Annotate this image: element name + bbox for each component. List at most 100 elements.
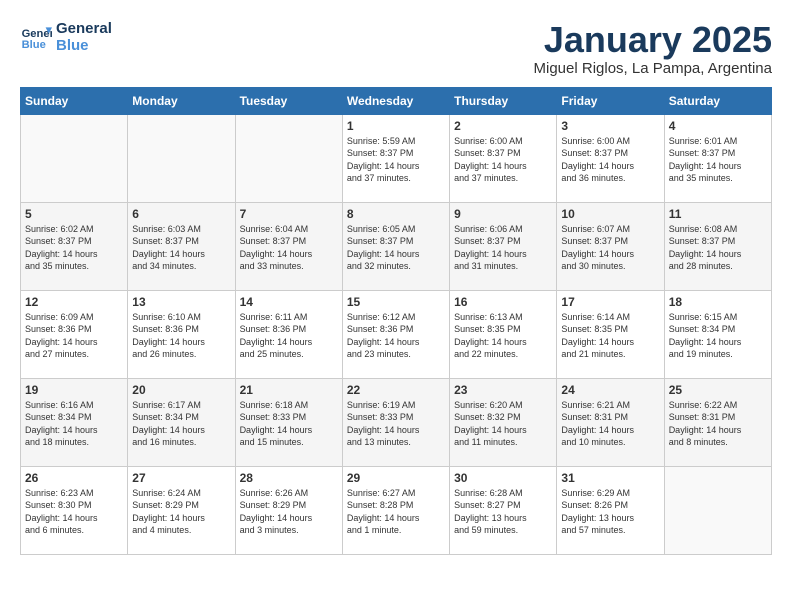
day-number: 16 [454,295,552,309]
calendar-cell: 10 Sunrise: 6:07 AM Sunset: 8:37 PM Dayli… [557,202,664,290]
logo: General Blue General Blue [20,20,112,54]
day-info: Sunrise: 6:04 AM Sunset: 8:37 PM Dayligh… [240,223,338,273]
day-info: Sunrise: 6:17 AM Sunset: 8:34 PM Dayligh… [132,399,230,449]
calendar-cell: 12 Sunrise: 6:09 AM Sunset: 8:36 PM Dayli… [21,290,128,378]
day-info: Sunrise: 6:26 AM Sunset: 8:29 PM Dayligh… [240,487,338,537]
day-number: 10 [561,207,659,221]
day-number: 31 [561,471,659,485]
day-number: 19 [25,383,123,397]
day-info: Sunrise: 6:05 AM Sunset: 8:37 PM Dayligh… [347,223,445,273]
day-number: 20 [132,383,230,397]
calendar-cell: 17 Sunrise: 6:14 AM Sunset: 8:35 PM Dayli… [557,290,664,378]
day-number: 24 [561,383,659,397]
day-number: 7 [240,207,338,221]
calendar-cell: 22 Sunrise: 6:19 AM Sunset: 8:33 PM Dayli… [342,378,449,466]
day-info: Sunrise: 5:59 AM Sunset: 8:37 PM Dayligh… [347,135,445,185]
calendar-cell: 1Sunrise: 5:59 AM Sunset: 8:37 PM Daylig… [342,114,449,202]
day-info: Sunrise: 6:24 AM Sunset: 8:29 PM Dayligh… [132,487,230,537]
day-info: Sunrise: 6:06 AM Sunset: 8:37 PM Dayligh… [454,223,552,273]
day-info: Sunrise: 6:21 AM Sunset: 8:31 PM Dayligh… [561,399,659,449]
day-number: 29 [347,471,445,485]
day-number: 17 [561,295,659,309]
day-info: Sunrise: 6:13 AM Sunset: 8:35 PM Dayligh… [454,311,552,361]
calendar-cell: 9 Sunrise: 6:06 AM Sunset: 8:37 PM Daylig… [450,202,557,290]
calendar-cell [128,114,235,202]
calendar-cell: 11 Sunrise: 6:08 AM Sunset: 8:37 PM Dayli… [664,202,771,290]
weekday-header-row: SundayMondayTuesdayWednesdayThursdayFrid… [21,87,772,114]
calendar-week-4: 19 Sunrise: 6:16 AM Sunset: 8:34 PM Dayli… [21,378,772,466]
calendar-cell: 6Sunrise: 6:03 AM Sunset: 8:37 PM Daylig… [128,202,235,290]
calendar-cell: 8 Sunrise: 6:05 AM Sunset: 8:37 PM Daylig… [342,202,449,290]
calendar-week-2: 5 Sunrise: 6:02 AM Sunset: 8:37 PM Daylig… [21,202,772,290]
day-info: Sunrise: 6:07 AM Sunset: 8:37 PM Dayligh… [561,223,659,273]
calendar-cell [235,114,342,202]
day-number: 18 [669,295,767,309]
logo-icon: General Blue [20,21,52,53]
day-info: Sunrise: 6:02 AM Sunset: 8:37 PM Dayligh… [25,223,123,273]
day-info: Sunrise: 6:10 AM Sunset: 8:36 PM Dayligh… [132,311,230,361]
calendar-cell: 30 Sunrise: 6:28 AM Sunset: 8:27 PM Dayli… [450,466,557,554]
weekday-header-wednesday: Wednesday [342,87,449,114]
calendar-cell: 24 Sunrise: 6:21 AM Sunset: 8:31 PM Dayli… [557,378,664,466]
calendar-cell: 5 Sunrise: 6:02 AM Sunset: 8:37 PM Daylig… [21,202,128,290]
day-number: 8 [347,207,445,221]
day-number: 9 [454,207,552,221]
logo-line2: Blue [56,37,112,54]
day-number: 2 [454,119,552,133]
day-info: Sunrise: 6:18 AM Sunset: 8:33 PM Dayligh… [240,399,338,449]
day-number: 27 [132,471,230,485]
month-title: January 2025 [534,20,772,60]
day-number: 12 [25,295,123,309]
weekday-header-friday: Friday [557,87,664,114]
day-info: Sunrise: 6:09 AM Sunset: 8:36 PM Dayligh… [25,311,123,361]
calendar-cell: 14Sunrise: 6:11 AM Sunset: 8:36 PM Dayli… [235,290,342,378]
calendar-cell: 25 Sunrise: 6:22 AM Sunset: 8:31 PM Dayli… [664,378,771,466]
day-info: Sunrise: 6:11 AM Sunset: 8:36 PM Dayligh… [240,311,338,361]
day-number: 5 [25,207,123,221]
day-info: Sunrise: 6:00 AM Sunset: 8:37 PM Dayligh… [561,135,659,185]
weekday-header-sunday: Sunday [21,87,128,114]
weekday-header-thursday: Thursday [450,87,557,114]
calendar-cell: 16 Sunrise: 6:13 AM Sunset: 8:35 PM Dayli… [450,290,557,378]
day-info: Sunrise: 6:20 AM Sunset: 8:32 PM Dayligh… [454,399,552,449]
day-info: Sunrise: 6:29 AM Sunset: 8:26 PM Dayligh… [561,487,659,537]
day-info: Sunrise: 6:14 AM Sunset: 8:35 PM Dayligh… [561,311,659,361]
title-block: January 2025 Miguel Riglos, La Pampa, Ar… [534,20,772,77]
day-info: Sunrise: 6:16 AM Sunset: 8:34 PM Dayligh… [25,399,123,449]
day-number: 25 [669,383,767,397]
location: Miguel Riglos, La Pampa, Argentina [534,60,772,77]
day-info: Sunrise: 6:01 AM Sunset: 8:37 PM Dayligh… [669,135,767,185]
day-info: Sunrise: 6:19 AM Sunset: 8:33 PM Dayligh… [347,399,445,449]
day-number: 4 [669,119,767,133]
calendar-cell: 31 Sunrise: 6:29 AM Sunset: 8:26 PM Dayli… [557,466,664,554]
calendar-week-3: 12 Sunrise: 6:09 AM Sunset: 8:36 PM Dayli… [21,290,772,378]
day-number: 15 [347,295,445,309]
day-number: 22 [347,383,445,397]
day-info: Sunrise: 6:00 AM Sunset: 8:37 PM Dayligh… [454,135,552,185]
calendar-cell: 2 Sunrise: 6:00 AM Sunset: 8:37 PM Daylig… [450,114,557,202]
day-info: Sunrise: 6:27 AM Sunset: 8:28 PM Dayligh… [347,487,445,537]
day-number: 30 [454,471,552,485]
day-number: 28 [240,471,338,485]
calendar-cell: 15Sunrise: 6:12 AM Sunset: 8:36 PM Dayli… [342,290,449,378]
day-number: 11 [669,207,767,221]
calendar-cell [21,114,128,202]
day-info: Sunrise: 6:23 AM Sunset: 8:30 PM Dayligh… [25,487,123,537]
calendar: SundayMondayTuesdayWednesdayThursdayFrid… [20,87,772,555]
weekday-header-tuesday: Tuesday [235,87,342,114]
weekday-header-saturday: Saturday [664,87,771,114]
day-info: Sunrise: 6:03 AM Sunset: 8:37 PM Dayligh… [132,223,230,273]
day-info: Sunrise: 6:08 AM Sunset: 8:37 PM Dayligh… [669,223,767,273]
calendar-cell: 28 Sunrise: 6:26 AM Sunset: 8:29 PM Dayli… [235,466,342,554]
day-info: Sunrise: 6:28 AM Sunset: 8:27 PM Dayligh… [454,487,552,537]
page-header: General Blue General Blue January 2025 M… [20,20,772,77]
calendar-cell: 13Sunrise: 6:10 AM Sunset: 8:36 PM Dayli… [128,290,235,378]
day-info: Sunrise: 6:22 AM Sunset: 8:31 PM Dayligh… [669,399,767,449]
day-number: 23 [454,383,552,397]
day-number: 21 [240,383,338,397]
calendar-cell: 26Sunrise: 6:23 AM Sunset: 8:30 PM Dayli… [21,466,128,554]
svg-text:Blue: Blue [22,39,46,51]
calendar-week-1: 1Sunrise: 5:59 AM Sunset: 8:37 PM Daylig… [21,114,772,202]
calendar-cell [664,466,771,554]
calendar-cell: 29 Sunrise: 6:27 AM Sunset: 8:28 PM Dayli… [342,466,449,554]
